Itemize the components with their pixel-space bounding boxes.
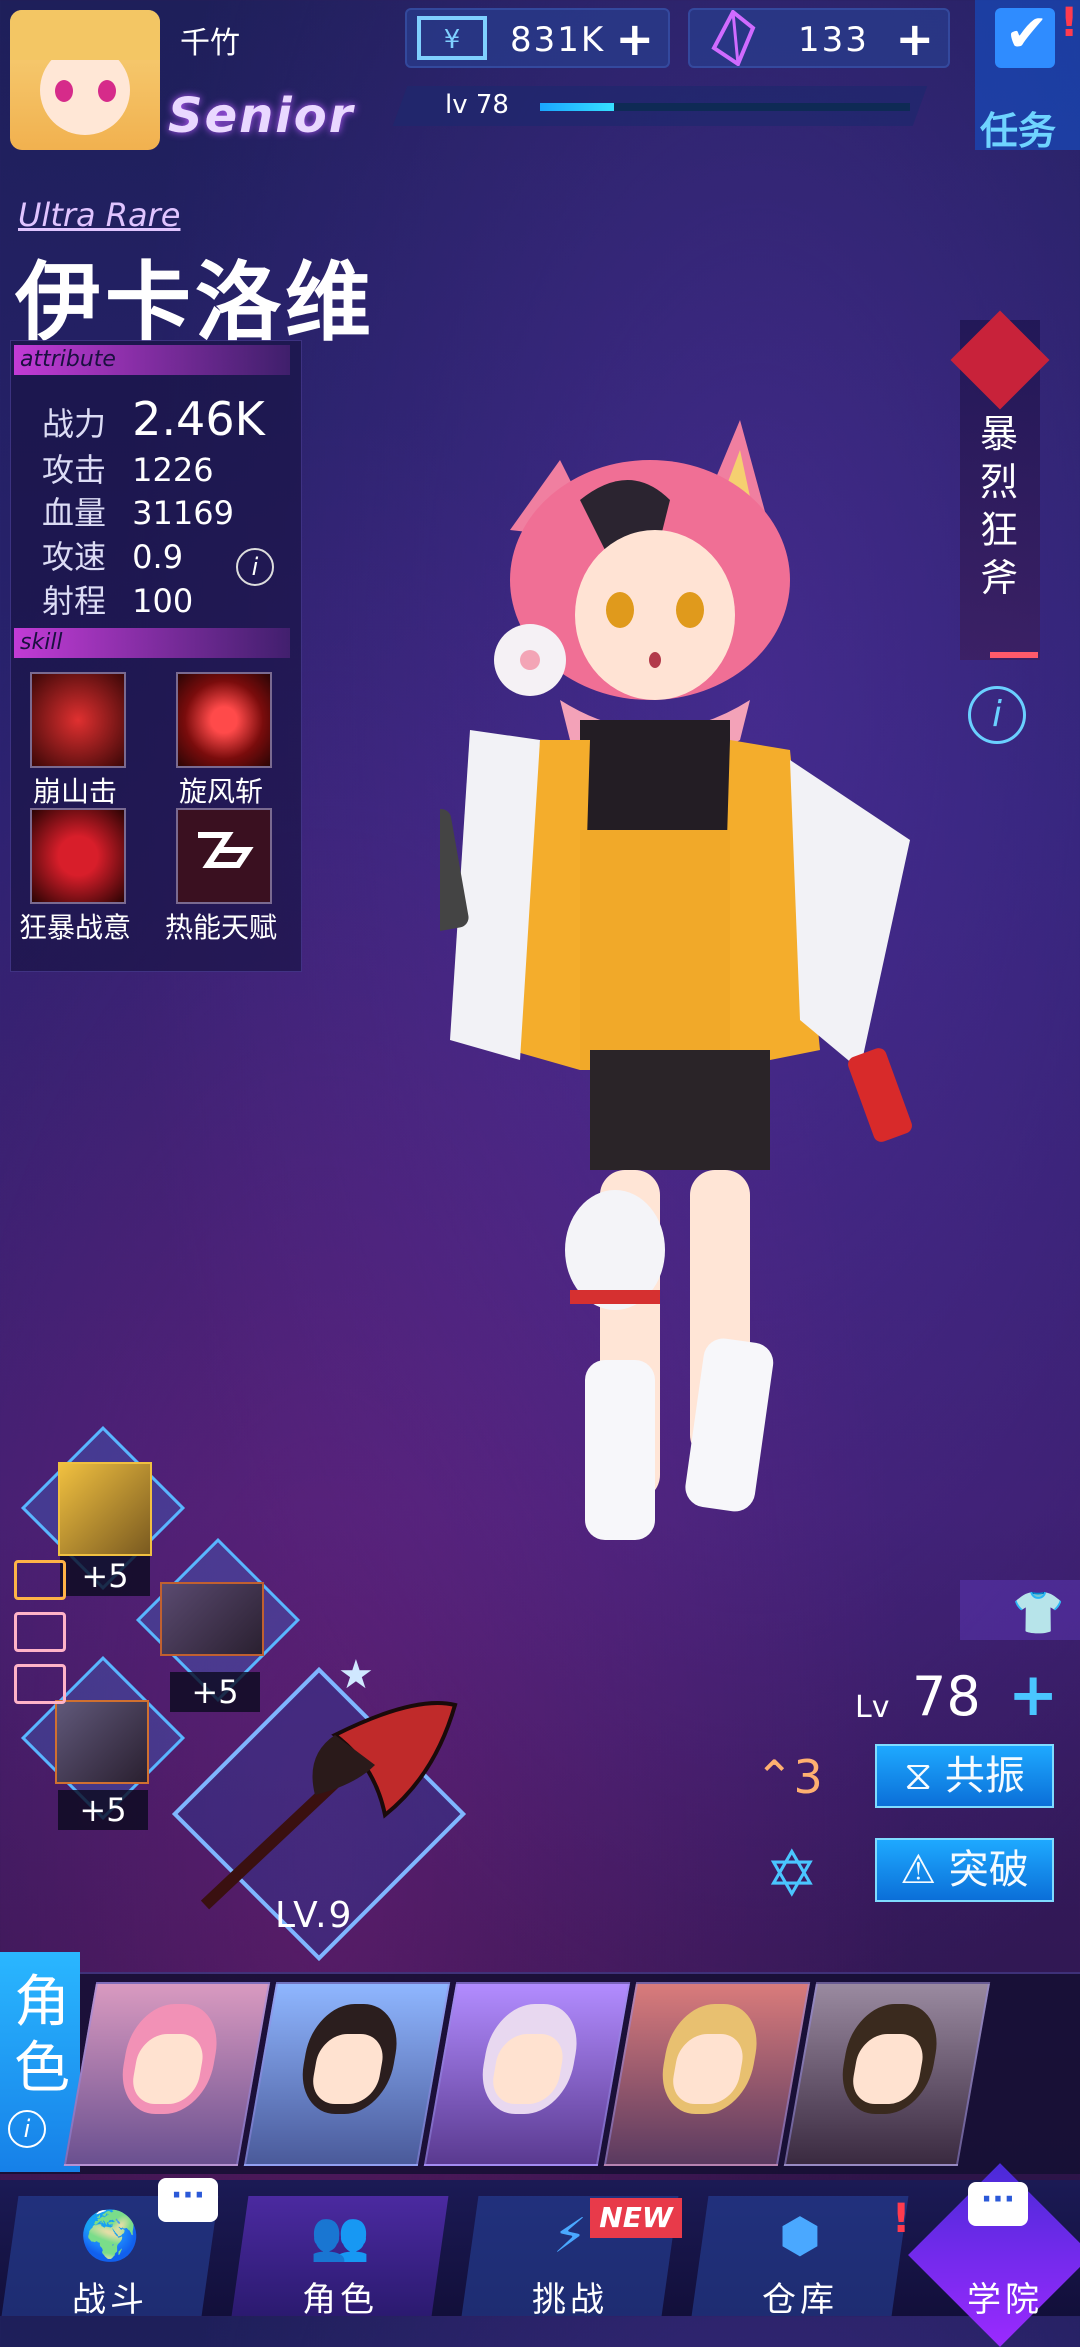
nav-label: 角色 [302, 2280, 378, 2320]
crystal-icon [711, 10, 756, 66]
character-info-icon[interactable]: i [968, 686, 1026, 744]
character-level-prefix: Lv [855, 1690, 890, 1725]
chat-icon: ··· [968, 2182, 1028, 2226]
svg-text:¥: ¥ [444, 25, 461, 55]
chevron-up-icon: ⌃ [755, 1750, 794, 1804]
player-rank: Senior [168, 88, 355, 144]
alert-icon: ! [1060, 0, 1079, 46]
stat-value: 0.9 [132, 538, 184, 576]
roster-character-portrait[interactable] [783, 1982, 991, 2166]
player-avatar[interactable] [10, 10, 160, 150]
gauntlet-type-icon [14, 1664, 66, 1704]
nav-label: 挑战 [532, 2280, 608, 2320]
triangle-icon: ⚠ [900, 1847, 937, 1893]
add-gold-button[interactable]: + [615, 12, 654, 66]
stat-label: 攻击 [42, 451, 107, 489]
skill-label: 崩山击 [32, 775, 117, 808]
gauntlet-item-icon [55, 1700, 149, 1784]
stat-value: 1226 [132, 451, 214, 489]
gem-currency: 133 + [688, 8, 950, 68]
alert-icon: ! [892, 2196, 911, 2242]
stat-hp: 血量 31169 [42, 488, 234, 534]
star-of-david-icon: ✡ [765, 1838, 819, 1912]
weapon-level: LV.9 [275, 1895, 354, 1936]
armor-item-icon [58, 1462, 152, 1556]
resonate-label: 共振 [944, 1753, 1025, 1799]
add-gem-button[interactable]: + [895, 12, 934, 66]
axe-weapon-icon [200, 1701, 458, 1910]
character-name: 伊卡洛维 [15, 253, 375, 353]
roster-character-portrait[interactable] [63, 1982, 271, 2166]
star-rank: ⌃3 [755, 1750, 823, 1804]
skill-header: skill [14, 628, 290, 658]
roster-character-portrait[interactable] [423, 1982, 631, 2166]
task-label: 任务 [980, 109, 1057, 153]
stat-value: 100 [132, 582, 194, 620]
ultimate-skill-name: 暴烈狂斧 [980, 412, 1019, 600]
stat-value: 2.46K [132, 392, 265, 446]
character-illustration [440, 420, 912, 1540]
armor-type-icon [14, 1560, 66, 1600]
equipment-bonus: +5 [58, 1790, 148, 1830]
thermal-glyph-icon [198, 832, 254, 868]
shirt-icon: 👕 [1012, 1588, 1065, 1637]
chat-icon: ··· [158, 2178, 218, 2222]
new-badge: NEW [590, 2198, 682, 2238]
boots-type-icon [14, 1612, 66, 1652]
resonate-button[interactable]: ⧖ 共振 [875, 1744, 1054, 1808]
skill-icon-whirlwind[interactable] [176, 672, 272, 768]
roster-tab-label: 角色 [14, 1970, 70, 2101]
roster-character-portrait[interactable] [603, 1982, 811, 2166]
skill-icon-berserk[interactable] [30, 808, 126, 904]
rarity-label: Ultra Rare [18, 196, 181, 234]
star-icon: ★ [338, 1652, 374, 1698]
checklist-icon [995, 4, 1055, 68]
breakthrough-button[interactable]: ⚠ 突破 [875, 1838, 1054, 1902]
gem-value: 133 [798, 20, 869, 60]
gold-currency: ¥ 831K + [405, 8, 670, 68]
stat-attack-speed: 攻速 0.9 [42, 532, 183, 578]
stat-attack: 攻击 1226 [42, 445, 214, 491]
stat-label: 血量 [42, 494, 107, 532]
skill-label: 热能天赋 [164, 911, 277, 944]
stat-label: 攻速 [42, 538, 107, 576]
roster-character-portrait[interactable] [243, 1982, 451, 2166]
nav-label: 仓库 [762, 2280, 838, 2320]
group-icon: 👥 [310, 2208, 370, 2264]
gold-value: 831K [510, 20, 606, 60]
stat-power: 战力 2.46K [42, 392, 265, 446]
roster-info-icon[interactable]: i [8, 2110, 46, 2148]
money-icon: ¥ [417, 16, 487, 60]
hourglass-icon: ⧖ [904, 1753, 933, 1799]
stat-range: 射程 100 [42, 576, 193, 622]
attribute-header: attribute [14, 345, 290, 375]
nav-label: 战斗 [72, 2280, 148, 2320]
xp-progress-fill [540, 103, 614, 111]
skill-icon-landslide[interactable] [30, 672, 126, 768]
skill-icon-thermal[interactable] [176, 808, 272, 904]
stat-value: 31169 [132, 494, 234, 532]
globe-icon: 🌍 [80, 2208, 140, 2264]
banner-divider [990, 652, 1038, 658]
stat-label: 战力 [42, 405, 107, 443]
cube-icon: ⬢ [779, 2208, 821, 2264]
player-level: lv 78 [445, 90, 509, 120]
player-name: 千竹 [180, 26, 240, 61]
level-up-button[interactable]: + [1008, 1660, 1058, 1730]
stats-info-icon[interactable]: i [236, 548, 274, 586]
equipment-bonus: +5 [60, 1556, 150, 1596]
character-level: 78 [912, 1665, 981, 1728]
star-rank-value: 3 [793, 1750, 823, 1804]
breakthrough-label: 突破 [948, 1847, 1029, 1893]
skill-label: 旋风斩 [178, 775, 263, 808]
stat-label: 射程 [42, 582, 107, 620]
xp-progress [540, 103, 910, 111]
boots-item-icon [160, 1582, 264, 1656]
skill-label: 狂暴战意 [18, 911, 131, 944]
nav-label: 学院 [967, 2280, 1043, 2320]
